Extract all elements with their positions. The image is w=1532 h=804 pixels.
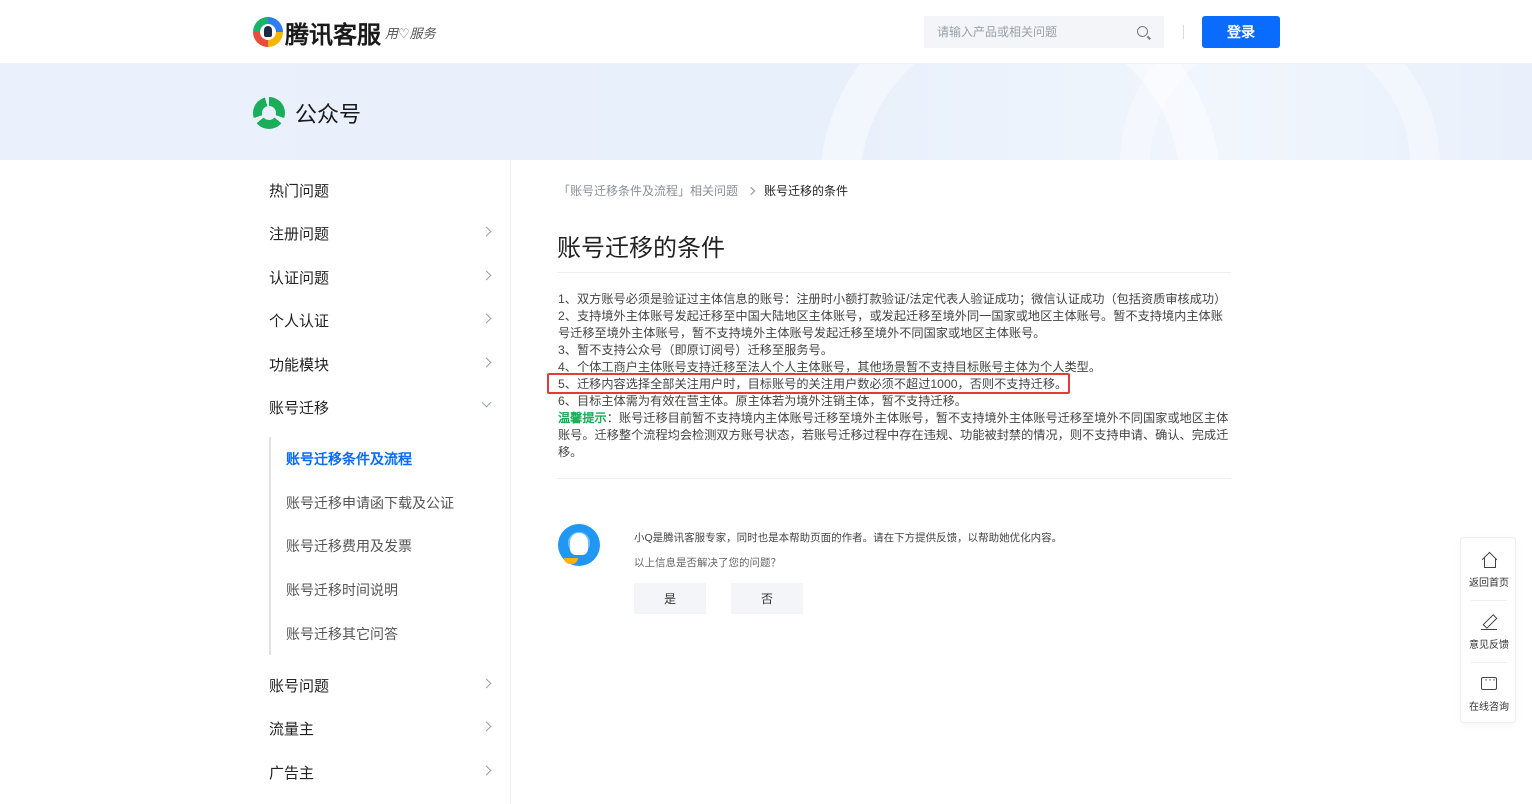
- sidebar-item-registration[interactable]: 注册问题: [269, 218, 494, 248]
- breadcrumb-parent-link[interactable]: 「账号迁移条件及流程」相关问题: [558, 182, 738, 199]
- chevron-right-icon: [481, 357, 492, 368]
- warm-tip: 温馨提示：账号迁移目前暂不支持境内主体账号迁移至境外主体账号，暂不支持境外主体账…: [558, 410, 1234, 461]
- chevron-right-icon: [481, 678, 492, 689]
- sidebar-item-personal-verification[interactable]: 个人认证: [269, 305, 494, 335]
- article-line: 3、暂不支持公众号（即原订阅号）迁移至服务号。: [558, 343, 833, 357]
- sidebar-item-feature-modules[interactable]: 功能模块: [269, 349, 494, 379]
- feedback-no-button[interactable]: 否: [731, 583, 803, 614]
- online-consult-label: 在线咨询: [1469, 702, 1509, 713]
- feedback-yes-button[interactable]: 是: [634, 583, 706, 614]
- product-title: 公众号: [295, 102, 362, 127]
- online-consult-button[interactable]: 在线咨询: [1461, 662, 1517, 724]
- xiaoq-avatar: [558, 524, 600, 566]
- chevron-right-icon: [481, 765, 492, 776]
- sidebar-item-label: 账号迁移: [269, 399, 330, 417]
- chevron-right-icon: [481, 721, 492, 732]
- sub-item-application-download[interactable]: 账号迁移申请函下载及公证: [286, 491, 496, 515]
- sidebar-item-label: 广告主: [269, 764, 315, 782]
- feedback-question: 以上信息是否解决了您的问题？: [634, 557, 781, 569]
- article-title: 账号迁移的条件: [557, 235, 725, 262]
- article-line: 1、双方账号必须是验证过主体信息的账号：注册时小额打款验证/法定代表人验证成功；…: [558, 292, 1227, 306]
- sidebar-item-advertiser[interactable]: 广告主: [269, 757, 494, 787]
- sidebar-item-account-issues[interactable]: 账号问题: [269, 670, 494, 700]
- sidebar-item-account-migration[interactable]: 账号迁移: [269, 392, 494, 422]
- chevron-right-icon: [481, 270, 492, 281]
- content-divider: [557, 478, 1231, 479]
- sidebar-item-traffic-host[interactable]: 流量主: [269, 713, 494, 743]
- tencent-support-logo[interactable]: 腾讯客服 用♡服务: [253, 16, 436, 49]
- feedback-intro: 小Q是腾讯客服专家，同时也是本帮助页面的作者。请在下方提供反馈，以帮助她优化内容…: [634, 532, 1063, 544]
- sub-item-label: 账号迁移条件及流程: [286, 451, 412, 467]
- sub-item-label: 账号迁移时间说明: [286, 582, 398, 598]
- chevron-right-icon: [481, 313, 492, 324]
- sidebar-item-label: 注册问题: [269, 225, 330, 243]
- home-icon: [1482, 553, 1496, 568]
- sidebar-item-label: 账号问题: [269, 677, 330, 695]
- feedback-label: 意见反馈: [1469, 640, 1509, 651]
- login-button[interactable]: 登录: [1202, 16, 1280, 48]
- sidebar-item-hot-questions[interactable]: 热门问题: [269, 175, 494, 205]
- sub-item-time-info[interactable]: 账号迁移时间说明: [286, 578, 496, 602]
- sidebar-item-label: 个人认证: [269, 312, 330, 330]
- article-line: 6、目标主体需为有效在营主体。原主体若为境外注销主体，暂不支持迁移。: [558, 394, 967, 408]
- breadcrumb-current: 账号迁移的条件: [764, 184, 849, 198]
- chevron-right-icon: [746, 186, 756, 195]
- tencent-logo-icon: [253, 17, 283, 47]
- back-home-button[interactable]: 返回首页: [1461, 538, 1517, 600]
- search-box: [924, 16, 1164, 48]
- article-body: 1、双方账号必须是验证过主体信息的账号：注册时小额打款验证/法定代表人验证成功；…: [558, 291, 1234, 461]
- search-input[interactable]: [924, 16, 1124, 48]
- sub-item-migration-conditions[interactable]: 账号迁移条件及流程: [286, 447, 496, 471]
- sidebar-item-label: 流量主: [269, 720, 315, 738]
- search-icon[interactable]: [1137, 26, 1148, 37]
- top-header: 腾讯客服 用♡服务 登录: [0, 0, 1532, 64]
- chevron-right-icon: [481, 226, 492, 237]
- article-line: 4、个体工商户主体账号支持迁移至法人个人主体账号，其他场景暂不支持目标账号主体为…: [558, 360, 1102, 374]
- title-divider: [557, 272, 1231, 273]
- warm-tip-text: ：账号迁移目前暂不支持境内主体账号迁移至境外主体账号，暂不支持境外主体账号迁移至…: [558, 411, 1229, 459]
- edit-icon: [1481, 614, 1497, 631]
- warm-tip-label: 温馨提示: [558, 411, 607, 425]
- sub-item-other-qa[interactable]: 账号迁移其它问答: [286, 622, 496, 646]
- sub-item-label: 账号迁移申请函下载及公证: [286, 495, 454, 511]
- feedback-button[interactable]: 意见反馈: [1461, 600, 1517, 662]
- sidebar-item-verification[interactable]: 认证问题: [269, 262, 494, 292]
- back-home-label: 返回首页: [1469, 578, 1509, 589]
- header-divider: [1183, 25, 1184, 39]
- logo-text: 腾讯客服: [285, 21, 381, 49]
- sub-item-label: 账号迁移其它问答: [286, 626, 398, 642]
- sidebar-item-label: 热门问题: [269, 182, 330, 200]
- chat-icon: [1481, 672, 1497, 690]
- sidebar-item-label: 功能模块: [269, 356, 330, 374]
- submenu-track: [269, 437, 271, 655]
- sub-item-fees-invoices[interactable]: 账号迁移费用及发票: [286, 534, 496, 558]
- article-line: 2、支持境外主体账号发起迁移至中国大陆地区主体账号，或发起迁移至境外同一国家或地…: [558, 309, 1223, 340]
- official-account-icon: [253, 97, 285, 129]
- chevron-down-icon: [481, 397, 492, 408]
- sidebar: [0, 160, 511, 804]
- breadcrumb: 「账号迁移条件及流程」相关问题 账号迁移的条件: [558, 182, 848, 199]
- product-banner: [0, 64, 1532, 160]
- sub-item-label: 账号迁移费用及发票: [286, 538, 412, 554]
- article-line: 5、迁移内容选择全部关注用户时，目标账号的关注用户数必须不超过1000，否则不支…: [558, 377, 1068, 391]
- sidebar-item-label: 认证问题: [269, 269, 330, 287]
- logo-slogan: 用♡服务: [385, 26, 436, 42]
- floating-toolbar: 返回首页 意见反馈 在线咨询: [1460, 537, 1516, 723]
